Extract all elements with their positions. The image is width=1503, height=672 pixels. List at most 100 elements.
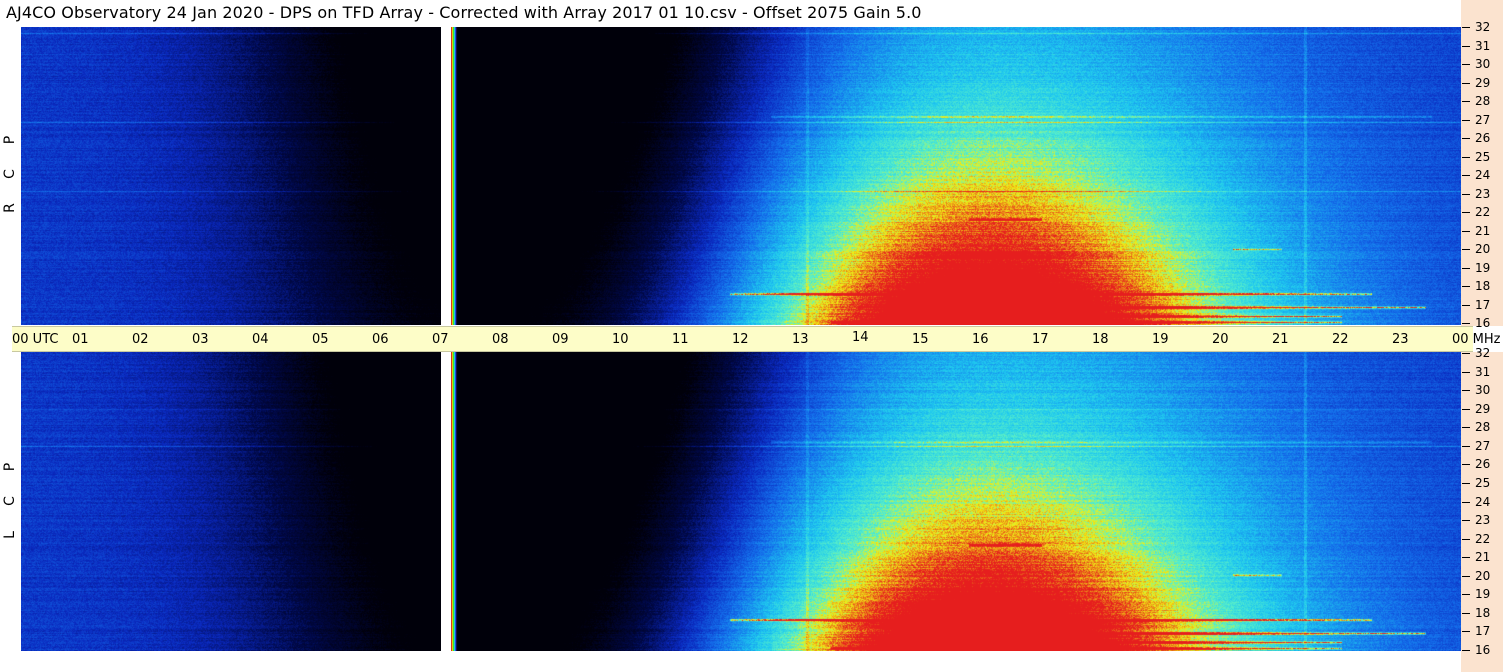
data-gap <box>441 352 451 651</box>
frequency-tick-label: 27 <box>1475 112 1491 127</box>
frequency-tick <box>1462 575 1470 577</box>
frequency-tick-label: 23 <box>1475 186 1491 201</box>
frequency-tick <box>1462 427 1470 429</box>
frequency-tick-label: 31 <box>1475 38 1491 53</box>
frequency-tick-label: 26 <box>1475 131 1491 145</box>
frequency-tick <box>1462 408 1470 410</box>
frequency-tick <box>1462 27 1470 28</box>
frequency-tick <box>1462 323 1470 324</box>
frequency-tick <box>1462 371 1470 373</box>
frequency-tick-label: 25 <box>1475 475 1491 490</box>
frequency-tick <box>1462 101 1470 102</box>
frequency-tick-label: 16 <box>1475 316 1491 330</box>
rcp-frequency-axis: 32 31 30 29 28 27 26 25 24 23 22 21 20 19 18 17 16 <box>1461 0 1503 330</box>
frequency-tick-label: 28 <box>1475 94 1491 108</box>
frequency-tick <box>1462 557 1470 559</box>
frequency-tick <box>1462 538 1470 540</box>
frequency-tick-label: 24 <box>1475 168 1491 182</box>
rcp-letter: P <box>1 135 18 145</box>
frequency-tick <box>1462 64 1470 65</box>
lcp-label: P C L <box>2 450 18 552</box>
time-tick-label: 03 <box>192 332 209 347</box>
frequency-tick-label: 27 <box>1475 438 1491 453</box>
frequency-tick <box>1462 594 1470 596</box>
time-tick-label: 18 <box>1092 332 1109 347</box>
time-tick-label: 12 <box>732 332 749 347</box>
lcp-frequency-axis: 32 31 30 29 28 27 26 25 24 23 22 21 20 19 18 17 16 <box>1461 347 1503 672</box>
frequency-tick-label: 21 <box>1475 223 1491 238</box>
frequency-tick-label: 28 <box>1475 420 1491 435</box>
frequency-tick <box>1462 249 1470 250</box>
frequency-tick-label: 26 <box>1475 457 1491 472</box>
frequency-tick <box>1462 267 1470 269</box>
frequency-tick-label: 23 <box>1475 513 1491 528</box>
frequency-tick-label: 17 <box>1475 624 1491 639</box>
lcp-spectrogram <box>21 352 1461 651</box>
frequency-tick <box>1462 501 1470 503</box>
time-tick-label: 08 <box>492 332 509 347</box>
frequency-tick <box>1462 650 1470 651</box>
time-tick-label: 22 <box>1332 332 1349 347</box>
time-tick-label: 05 <box>312 332 329 347</box>
frequency-tick <box>1462 138 1470 139</box>
frequency-tick-label: 22 <box>1475 205 1491 219</box>
rcp-heatmap <box>21 27 1461 325</box>
frequency-tick-label: 25 <box>1475 149 1491 164</box>
time-tick-label: 13 <box>792 332 809 347</box>
frequency-tick <box>1462 175 1470 176</box>
time-tick-label: 21 <box>1272 332 1289 347</box>
frequency-tick <box>1462 353 1470 354</box>
time-tick-label: 17 <box>1032 332 1049 347</box>
time-axis: 00 UTC 01 02 03 04 05 06 07 08 09 10 11 12 13 14 15 16 17… <box>12 326 1501 352</box>
time-tick-label: 06 <box>372 332 389 347</box>
frequency-tick <box>1462 212 1470 213</box>
rcp-label: P C R <box>2 123 18 225</box>
time-tick-label: 02 <box>132 332 149 347</box>
frequency-tick-label: 22 <box>1475 531 1491 546</box>
frequency-tick <box>1462 464 1470 466</box>
rcp-letter: R <box>1 203 18 213</box>
time-tick-label: 10 <box>612 332 629 347</box>
rcp-spectrogram <box>21 27 1461 325</box>
frequency-tick <box>1462 390 1470 392</box>
time-tick-label: 07 <box>432 332 449 347</box>
time-tick-label: 00 UTC <box>12 332 59 347</box>
frequency-tick <box>1462 156 1470 158</box>
frequency-tick-label: 30 <box>1475 383 1491 398</box>
frequency-tick-label: 16 <box>1475 643 1491 657</box>
frequency-tick <box>1462 304 1470 306</box>
time-tick-label: 23 <box>1392 332 1409 347</box>
frequency-tick-label: 20 <box>1475 242 1491 256</box>
frequency-tick-label: 20 <box>1475 568 1491 583</box>
time-tick-label: 15 <box>912 332 929 347</box>
frequency-tick <box>1462 119 1470 121</box>
frequency-tick-label: 30 <box>1475 57 1491 71</box>
time-tick-label: 01 <box>72 332 89 347</box>
frequency-tick-label: 19 <box>1475 260 1491 275</box>
data-gap <box>441 27 451 325</box>
lcp-letter: L <box>2 531 18 539</box>
frequency-tick <box>1462 482 1470 484</box>
frequency-tick-label: 29 <box>1475 401 1491 416</box>
frequency-tick-label: 21 <box>1475 550 1491 565</box>
time-tick-label: 00 MHz <box>1452 332 1501 347</box>
time-tick-label: 19 <box>1152 332 1169 347</box>
time-tick-label: 20 <box>1212 332 1229 347</box>
lcp-letter: P <box>1 462 18 472</box>
time-tick-label: 04 <box>252 332 269 347</box>
frequency-tick-label: 19 <box>1475 587 1491 602</box>
frequency-tick <box>1462 193 1470 195</box>
frequency-tick-label: 32 <box>1475 346 1491 360</box>
frequency-tick-label: 17 <box>1475 297 1491 312</box>
frequency-tick <box>1462 520 1470 522</box>
frequency-tick <box>1462 82 1470 84</box>
time-tick-label: 14 <box>852 330 869 345</box>
time-tick-label: 16 <box>972 332 989 347</box>
frequency-tick <box>1462 631 1470 633</box>
lcp-letter: C <box>2 496 18 506</box>
frequency-tick <box>1462 230 1470 232</box>
time-tick-label: 09 <box>552 332 569 347</box>
frequency-tick <box>1462 45 1470 47</box>
lcp-heatmap <box>21 352 1461 651</box>
frequency-tick <box>1462 286 1470 287</box>
